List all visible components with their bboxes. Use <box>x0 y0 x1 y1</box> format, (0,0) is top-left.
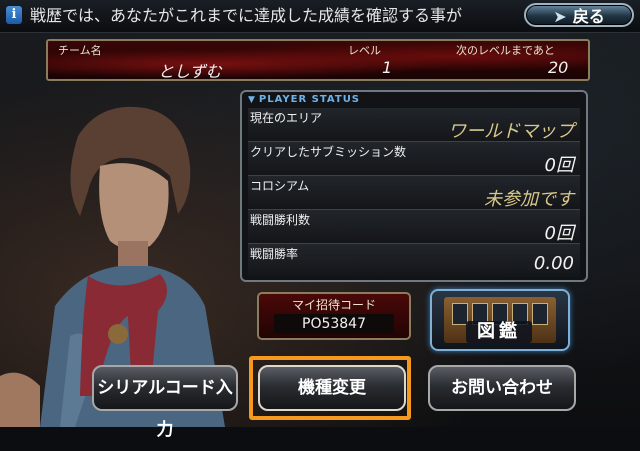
status-value: 未参加です <box>484 189 574 210</box>
next-level-label: 次のレベルまであと <box>456 44 555 57</box>
level-value: 1 <box>382 58 393 77</box>
status-row-colosseum: コロシアム 未参加です <box>248 176 580 210</box>
invite-code-box: マイ招待コード PO53847 <box>257 292 411 340</box>
invite-code-value: PO53847 <box>274 314 394 334</box>
next-level-value: 20 <box>548 58 569 77</box>
info-icon: i <box>6 6 22 24</box>
collapse-triangle-icon: ▼ <box>248 95 256 105</box>
status-value: 0.00 <box>533 253 574 274</box>
status-value: 0回 <box>544 155 574 176</box>
status-row-wins: 戦闘勝利数 0回 <box>248 210 580 244</box>
status-row-winrate: 戦闘勝率 0.00 <box>248 244 580 277</box>
serial-code-button[interactable]: シリアルコード入力 <box>92 365 238 440</box>
zukan-button[interactable]: 図鑑 <box>430 289 570 351</box>
status-label: 戦闘勝利数 <box>250 213 311 227</box>
player-status-header: ▼ PLAYER STATUS <box>248 94 361 105</box>
contact-button[interactable]: お問い合わせ <box>428 365 576 411</box>
team-name-label: チーム名 <box>58 44 102 57</box>
status-row-submissions: クリアしたサブミッション数 0回 <box>248 142 580 176</box>
status-value: ワールドマップ <box>448 121 574 142</box>
player-status-panel: ▼ PLAYER STATUS 現在のエリア ワールドマップ クリアしたサブミッシ… <box>240 90 588 282</box>
level-label: レベル <box>348 44 381 57</box>
info-message: 戦歴では、あなたがこれまでに達成した成績を確認する事が <box>30 6 463 25</box>
status-row-area: 現在のエリア ワールドマップ <box>248 108 580 142</box>
team-name-value: としずむ <box>158 62 222 81</box>
status-label: コロシアム <box>250 179 310 193</box>
invite-code-label: マイ招待コード <box>291 298 376 312</box>
back-arrow-icon: ➤ <box>553 7 567 26</box>
selection-highlight <box>249 356 411 420</box>
status-label: 戦闘勝率 <box>250 247 299 261</box>
back-label: 戻る <box>572 7 605 26</box>
status-label: 現在のエリア <box>250 111 323 125</box>
status-value: 0回 <box>544 223 574 244</box>
zukan-label: 図鑑 <box>466 321 532 343</box>
info-bar: i 戦歴では、あなたがこれまでに達成した成績を確認する事が ➤ 戻る <box>0 0 640 33</box>
back-button[interactable]: ➤ 戻る <box>524 3 634 27</box>
status-label: クリアしたサブミッション数 <box>250 145 407 159</box>
team-info-bar: チーム名 としずむ レベル 1 次のレベルまであと 20 <box>46 39 590 81</box>
